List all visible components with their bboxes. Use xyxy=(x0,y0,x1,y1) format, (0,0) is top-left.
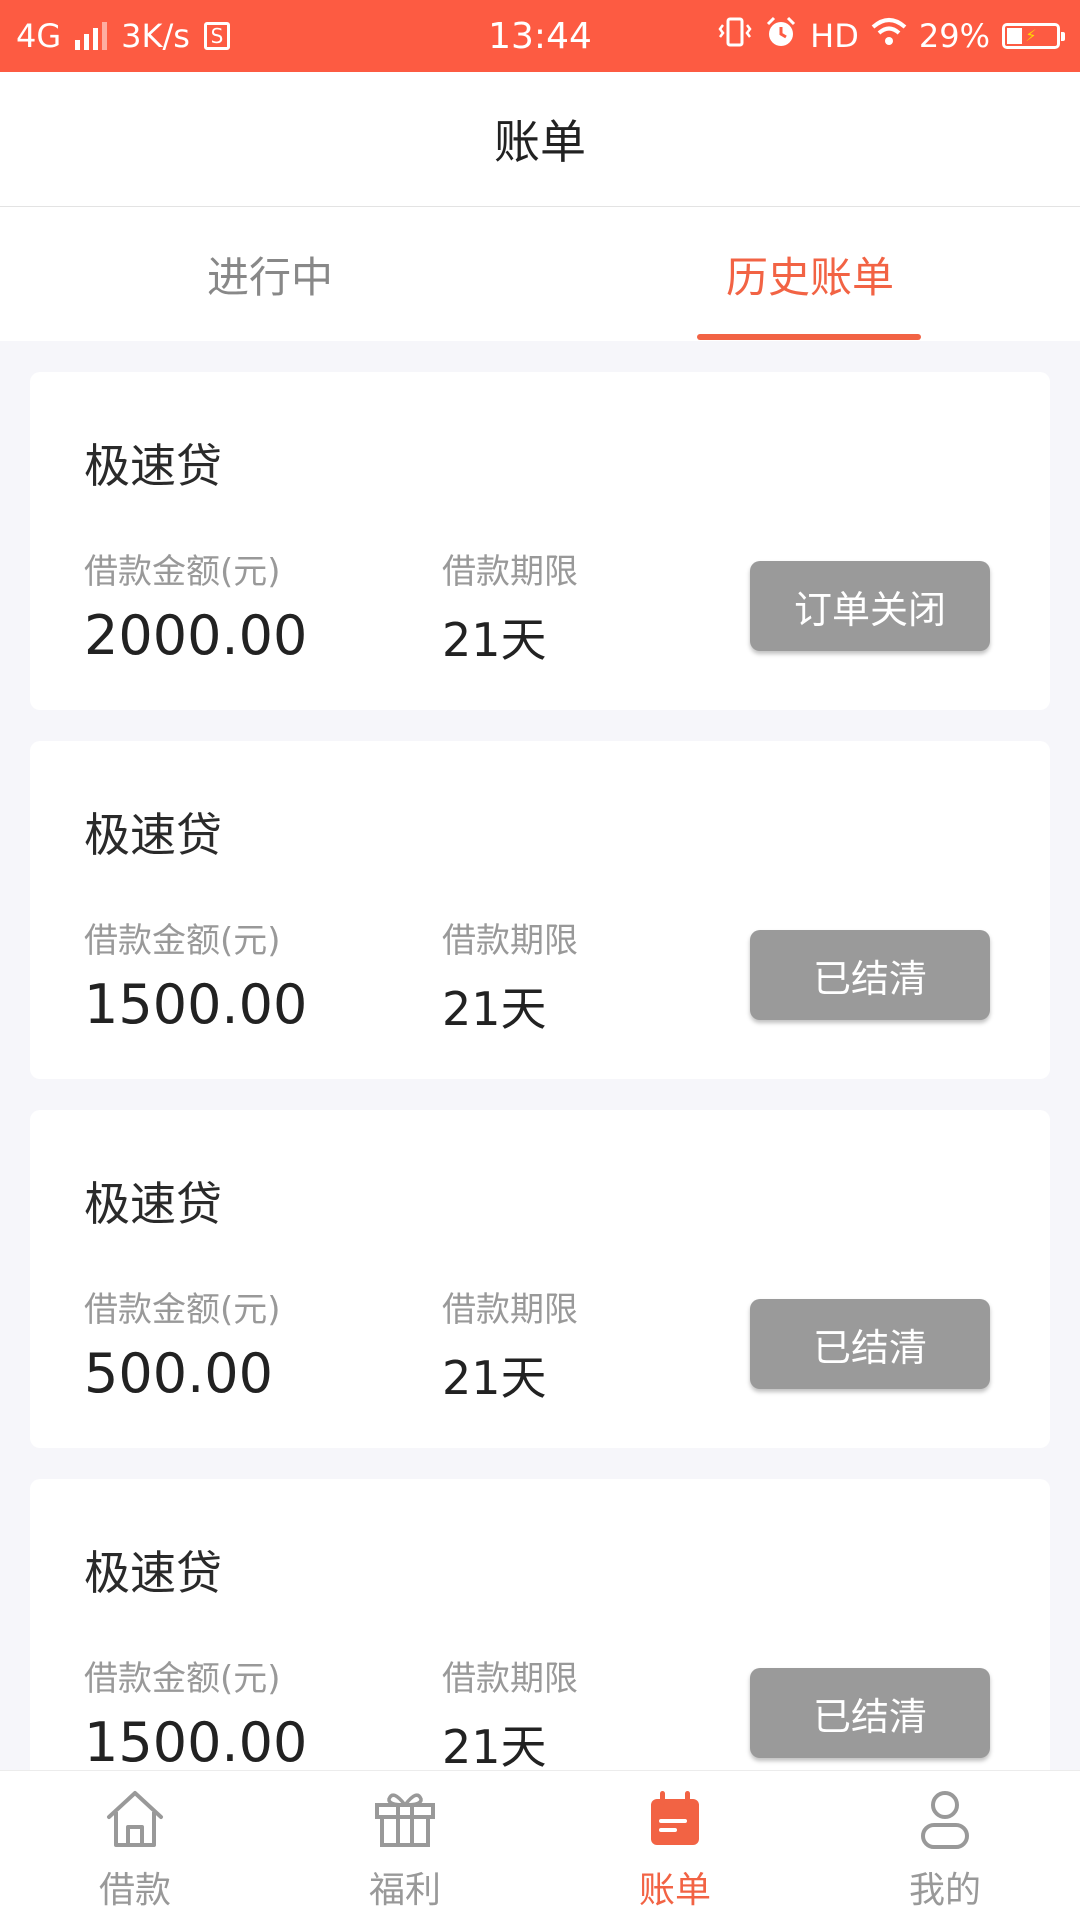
nav-label: 福利 xyxy=(368,1870,441,1911)
product-name: 极速贷 xyxy=(84,808,222,862)
order-status-button[interactable]: 已结清 xyxy=(750,1299,990,1389)
nav-label: 账单 xyxy=(638,1870,711,1911)
alarm-icon xyxy=(764,15,798,57)
amount-label: 借款金额(元) xyxy=(84,552,281,592)
amount-value: 1500.00 xyxy=(84,973,308,1036)
order-status-button[interactable]: 已结清 xyxy=(750,1668,990,1758)
amount-value: 2000.00 xyxy=(84,604,308,667)
bill-card[interactable]: 极速贷 借款金额(元) 借款期限 500.00 21天 已结清 xyxy=(30,1110,1050,1448)
page-header: 账单 xyxy=(0,72,1080,207)
term-value: 21天 xyxy=(442,1720,547,1774)
term-label: 借款期限 xyxy=(442,1290,578,1330)
home-icon xyxy=(107,1791,163,1847)
battery-icon: ⚡ xyxy=(1002,23,1065,49)
sim-icon: S xyxy=(203,22,230,50)
term-label: 借款期限 xyxy=(442,552,578,592)
wifi-icon xyxy=(871,17,907,55)
tab-bar: 进行中 历史账单 xyxy=(0,207,1080,341)
nav-item-borrow[interactable]: 借款 xyxy=(0,1771,270,1921)
battery-percent: 29% xyxy=(918,17,990,55)
amount-label: 借款金额(元) xyxy=(84,1290,281,1330)
amount-value: 500.00 xyxy=(84,1342,273,1405)
clock: 13:44 xyxy=(488,15,592,57)
network-speed: 3K/s xyxy=(121,17,190,55)
tab-in-progress[interactable]: 进行中 xyxy=(0,207,540,341)
active-tab-indicator xyxy=(697,334,921,340)
hd-indicator: HD xyxy=(810,17,859,55)
nav-label: 借款 xyxy=(98,1870,171,1911)
signal-icon xyxy=(75,22,108,50)
status-bar: 4G 3K/s S 13:44 HD 29% ⚡ xyxy=(0,0,1080,72)
product-name: 极速贷 xyxy=(84,1546,222,1600)
term-value: 21天 xyxy=(442,613,547,667)
order-status-button[interactable]: 已结清 xyxy=(750,930,990,1020)
amount-label: 借款金额(元) xyxy=(84,1659,281,1699)
product-name: 极速贷 xyxy=(84,439,222,493)
bill-card[interactable]: 极速贷 借款金额(元) 借款期限 2000.00 21天 订单关闭 xyxy=(30,372,1050,710)
bill-card[interactable]: 极速贷 借款金额(元) 借款期限 1500.00 21天 已结清 xyxy=(30,1479,1050,1817)
bottom-nav: 借款 福利 账单 我的 xyxy=(0,1770,1080,1921)
amount-label: 借款金额(元) xyxy=(84,921,281,961)
bill-card[interactable]: 极速贷 借款金额(元) 借款期限 1500.00 21天 已结清 xyxy=(30,741,1050,1079)
term-value: 21天 xyxy=(442,982,547,1036)
nav-item-welfare[interactable]: 福利 xyxy=(270,1771,540,1921)
amount-value: 1500.00 xyxy=(84,1711,308,1774)
network-type: 4G xyxy=(16,17,62,55)
bill-calendar-icon xyxy=(651,1791,699,1845)
nav-label: 我的 xyxy=(908,1870,981,1911)
gift-icon xyxy=(375,1793,435,1847)
person-icon xyxy=(921,1791,969,1849)
nav-item-bills[interactable]: 账单 xyxy=(540,1771,810,1921)
term-label: 借款期限 xyxy=(442,921,578,961)
vibrate-icon xyxy=(718,16,752,56)
term-label: 借款期限 xyxy=(442,1659,578,1699)
nav-item-mine[interactable]: 我的 xyxy=(810,1771,1080,1921)
page-title: 账单 xyxy=(494,115,586,169)
tab-history-bills[interactable]: 历史账单 xyxy=(540,207,1080,341)
order-status-button[interactable]: 订单关闭 xyxy=(750,561,990,651)
product-name: 极速贷 xyxy=(84,1177,222,1231)
term-value: 21天 xyxy=(442,1351,547,1405)
